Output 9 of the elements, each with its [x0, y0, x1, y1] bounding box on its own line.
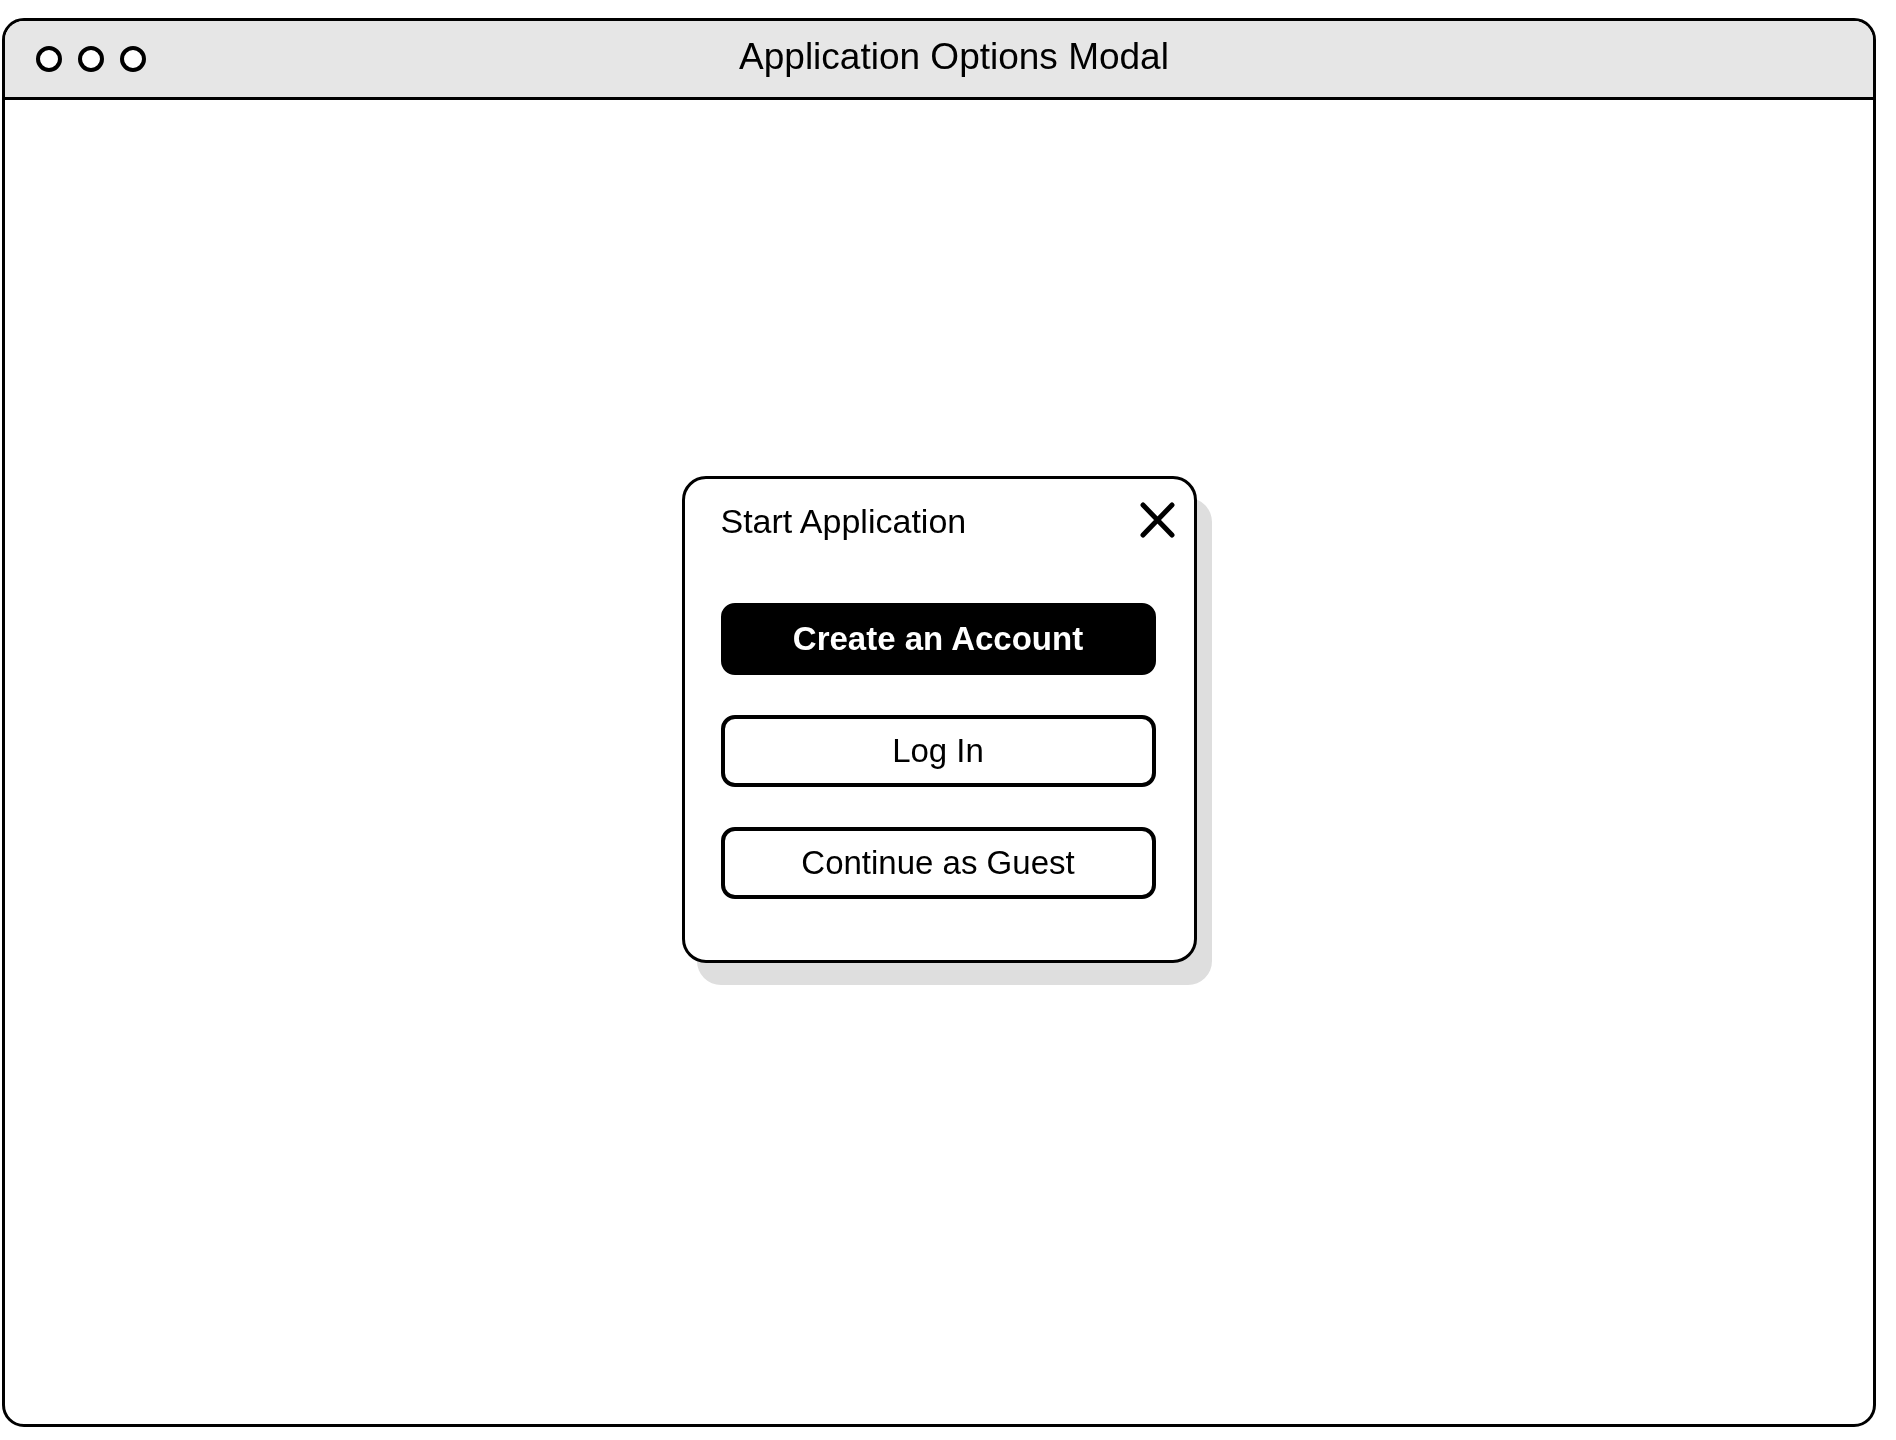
- window-control-icon[interactable]: [77, 45, 105, 73]
- close-icon[interactable]: [1138, 502, 1176, 538]
- secondary-button[interactable]: Log In: [720, 715, 1156, 787]
- window-control-icon[interactable]: [35, 45, 63, 73]
- primary-button[interactable]: Create an Account: [720, 603, 1156, 675]
- window-control-icon[interactable]: [119, 45, 147, 73]
- modal-title: Start Application: [720, 501, 967, 542]
- secondary-button[interactable]: Continue as Guest: [720, 827, 1156, 899]
- window-title: Application Options Modal: [739, 36, 1169, 79]
